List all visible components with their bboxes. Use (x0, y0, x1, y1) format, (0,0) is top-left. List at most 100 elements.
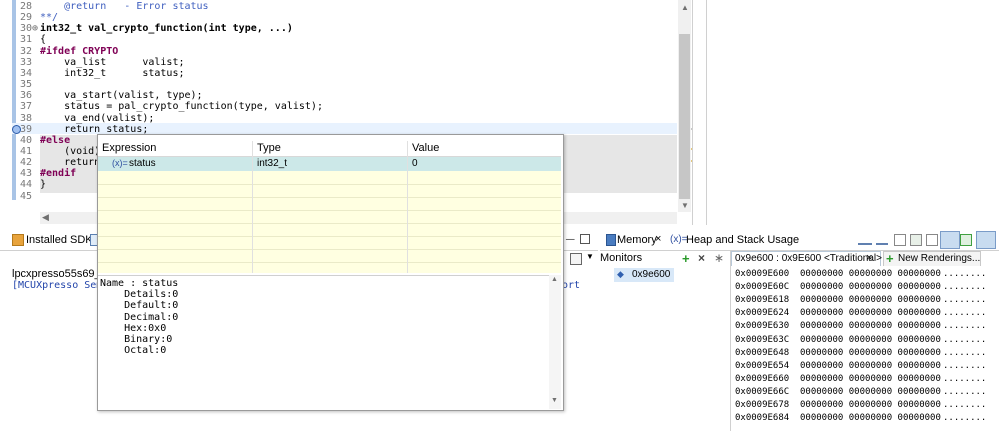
monitors-pane: Monitors + × ∗ ◆ 0x9e600 (600, 251, 731, 431)
monitors-label: Monitors (600, 252, 643, 264)
add-monitor-icon[interactable]: + (682, 251, 690, 266)
line-number: 30⊕ (20, 23, 39, 35)
scroll-up-icon[interactable]: ▲ (551, 276, 558, 283)
code-line: int32_t status; (40, 67, 185, 79)
memory-address: 0x0009E60C (735, 282, 790, 293)
memory-data[interactable]: 00000000 00000000 00000000 (800, 348, 941, 358)
tab-installed-sdks[interactable]: Installed SDKs (26, 234, 98, 246)
memory-data[interactable]: 00000000 00000000 00000000 (800, 321, 941, 331)
col-value[interactable]: Value (412, 142, 439, 154)
column-divider[interactable] (407, 141, 408, 273)
remove-monitor-icon[interactable]: × (698, 251, 705, 265)
code-line: #ifdef CRYPTO (40, 45, 119, 57)
code-line: #endif (40, 168, 77, 180)
memory-icon (606, 234, 616, 246)
memory-ascii: ........ (943, 269, 987, 279)
details-scrollbar[interactable]: ▲ ▼ (549, 275, 561, 409)
memory-ascii: ........ (943, 360, 987, 371)
memory-row[interactable]: 0x0009E618 00000000 00000000 00000000....… (731, 295, 999, 308)
memory-row[interactable]: 0x0009E600 00000000 00000000 00000000....… (731, 269, 999, 282)
new-renderings-tab[interactable]: + New Renderings... (883, 251, 981, 266)
expression-row[interactable]: (x)= status int32_t 0 (98, 157, 561, 171)
memory-row[interactable]: 0x0009E66C 00000000 00000000 00000000....… (731, 387, 999, 400)
memory-row[interactable]: 0x0009E60C 00000000 00000000 00000000....… (731, 282, 999, 295)
memory-ascii: ........ (943, 386, 987, 397)
code-line: int32_t val_crypto_function(int type, ..… (40, 23, 293, 35)
detail-line: Octal:0 (100, 345, 167, 357)
scroll-down-icon[interactable]: ▼ (551, 397, 558, 404)
memory-row[interactable]: 0x0009E654 00000000 00000000 00000000....… (731, 361, 999, 374)
new-renderings-label: New Renderings... (898, 253, 981, 264)
grid-line (98, 236, 561, 237)
minimize-icon[interactable]: ─ (566, 232, 575, 246)
toolbar-toggle-icon[interactable] (976, 231, 996, 249)
memory-row[interactable]: 0x0009E630 00000000 00000000 00000000....… (731, 321, 999, 334)
memory-address: 0x0009E618 (735, 295, 790, 306)
code-line: return status; (40, 123, 149, 135)
toolbar-toggle-icon[interactable] (940, 231, 960, 249)
column-divider[interactable] (252, 141, 253, 273)
line-number: 44 (20, 179, 33, 191)
expression-hover-popup[interactable]: Expression Type Value (x)= status int32_… (97, 134, 564, 411)
close-icon[interactable]: × (655, 233, 661, 245)
memory-row[interactable]: 0x0009E684 00000000 00000000 00000000....… (731, 413, 999, 426)
memory-data[interactable]: 00000000 00000000 00000000 (800, 269, 941, 279)
tab-memory[interactable]: Memory (617, 234, 657, 246)
memory-row[interactable]: 0x0009E660 00000000 00000000 00000000....… (731, 374, 999, 387)
scroll-left-icon[interactable]: ◀ (42, 212, 49, 223)
memory-data[interactable]: 00000000 00000000 00000000 (800, 374, 941, 384)
scroll-down-icon[interactable]: ▼ (681, 201, 689, 210)
breakpoint-icon[interactable] (12, 125, 21, 134)
code-line: return (40, 157, 101, 169)
detail-line: Decimal:0 (100, 311, 179, 323)
line-number: 45 (20, 190, 33, 202)
memory-row[interactable]: 0x0009E63C 00000000 00000000 00000000....… (731, 335, 999, 348)
maximize-icon[interactable] (580, 234, 590, 244)
code-line: va_list valist; (40, 56, 185, 68)
memory-address: 0x0009E684 (735, 413, 790, 424)
toolbar-icon[interactable] (926, 234, 938, 246)
popup-header: Expression Type Value (98, 141, 561, 157)
memory-ascii: ........ (943, 373, 987, 384)
memory-address: 0x0009E654 (735, 360, 790, 371)
monitor-address: 0x9e600 (632, 269, 671, 280)
memory-data[interactable]: 00000000 00000000 00000000 (800, 295, 941, 305)
col-type[interactable]: Type (257, 142, 281, 154)
close-icon[interactable]: × (866, 252, 872, 264)
toolbar-icon[interactable] (910, 234, 922, 246)
memory-data[interactable]: 00000000 00000000 00000000 (800, 413, 941, 423)
memory-address: 0x0009E624 (735, 308, 790, 319)
monitor-item[interactable]: ◆ 0x9e600 (614, 268, 674, 282)
scroll-up-icon[interactable]: ▲ (681, 3, 689, 12)
memory-data[interactable]: 00000000 00000000 00000000 (800, 361, 941, 371)
rendering-tab[interactable]: 0x9e600 : 0x9E600 <Traditional> × (731, 251, 882, 266)
outline-pane (706, 0, 999, 225)
memory-data[interactable]: 00000000 00000000 00000000 (800, 400, 941, 410)
remove-all-icon[interactable]: ∗ (714, 251, 724, 265)
toolbar-icon[interactable] (960, 234, 972, 246)
code-line: **/ (40, 12, 59, 24)
monitor-diamond-icon: ◆ (617, 269, 624, 279)
memory-row[interactable]: 0x0009E678 00000000 00000000 00000000....… (731, 400, 999, 413)
memory-data[interactable]: 00000000 00000000 00000000 (800, 335, 941, 345)
code-line: { (40, 34, 47, 46)
toolbar-icon[interactable] (858, 235, 872, 245)
memory-data[interactable]: 00000000 00000000 00000000 (800, 308, 941, 318)
editor-scroll-thumb[interactable] (679, 34, 690, 199)
memory-row[interactable]: 0x0009E648 00000000 00000000 00000000....… (731, 348, 999, 361)
toolbar-icon[interactable] (876, 235, 888, 245)
memory-table: 0x0009E600 00000000 00000000 00000000....… (731, 268, 999, 431)
memory-data[interactable]: 00000000 00000000 00000000 (800, 282, 941, 292)
memory-ascii: ........ (943, 321, 987, 332)
tab-heap-stack[interactable]: Heap and Stack Usage (686, 234, 799, 246)
view-menu-icon[interactable]: ▼ (586, 252, 594, 261)
memory-address: 0x0009E660 (735, 373, 790, 384)
memory-row[interactable]: 0x0009E624 00000000 00000000 00000000....… (731, 308, 999, 321)
renderings-pane: 0x9e600 : 0x9E600 <Traditional> × + New … (731, 251, 999, 431)
pin-console-icon[interactable] (570, 253, 582, 265)
col-expression[interactable]: Expression (102, 142, 156, 154)
memory-data[interactable]: 00000000 00000000 00000000 (800, 387, 941, 397)
add-rendering-icon: + (886, 251, 894, 266)
toolbar-icon[interactable] (894, 234, 906, 246)
detail-line: Default:0 (100, 300, 179, 312)
